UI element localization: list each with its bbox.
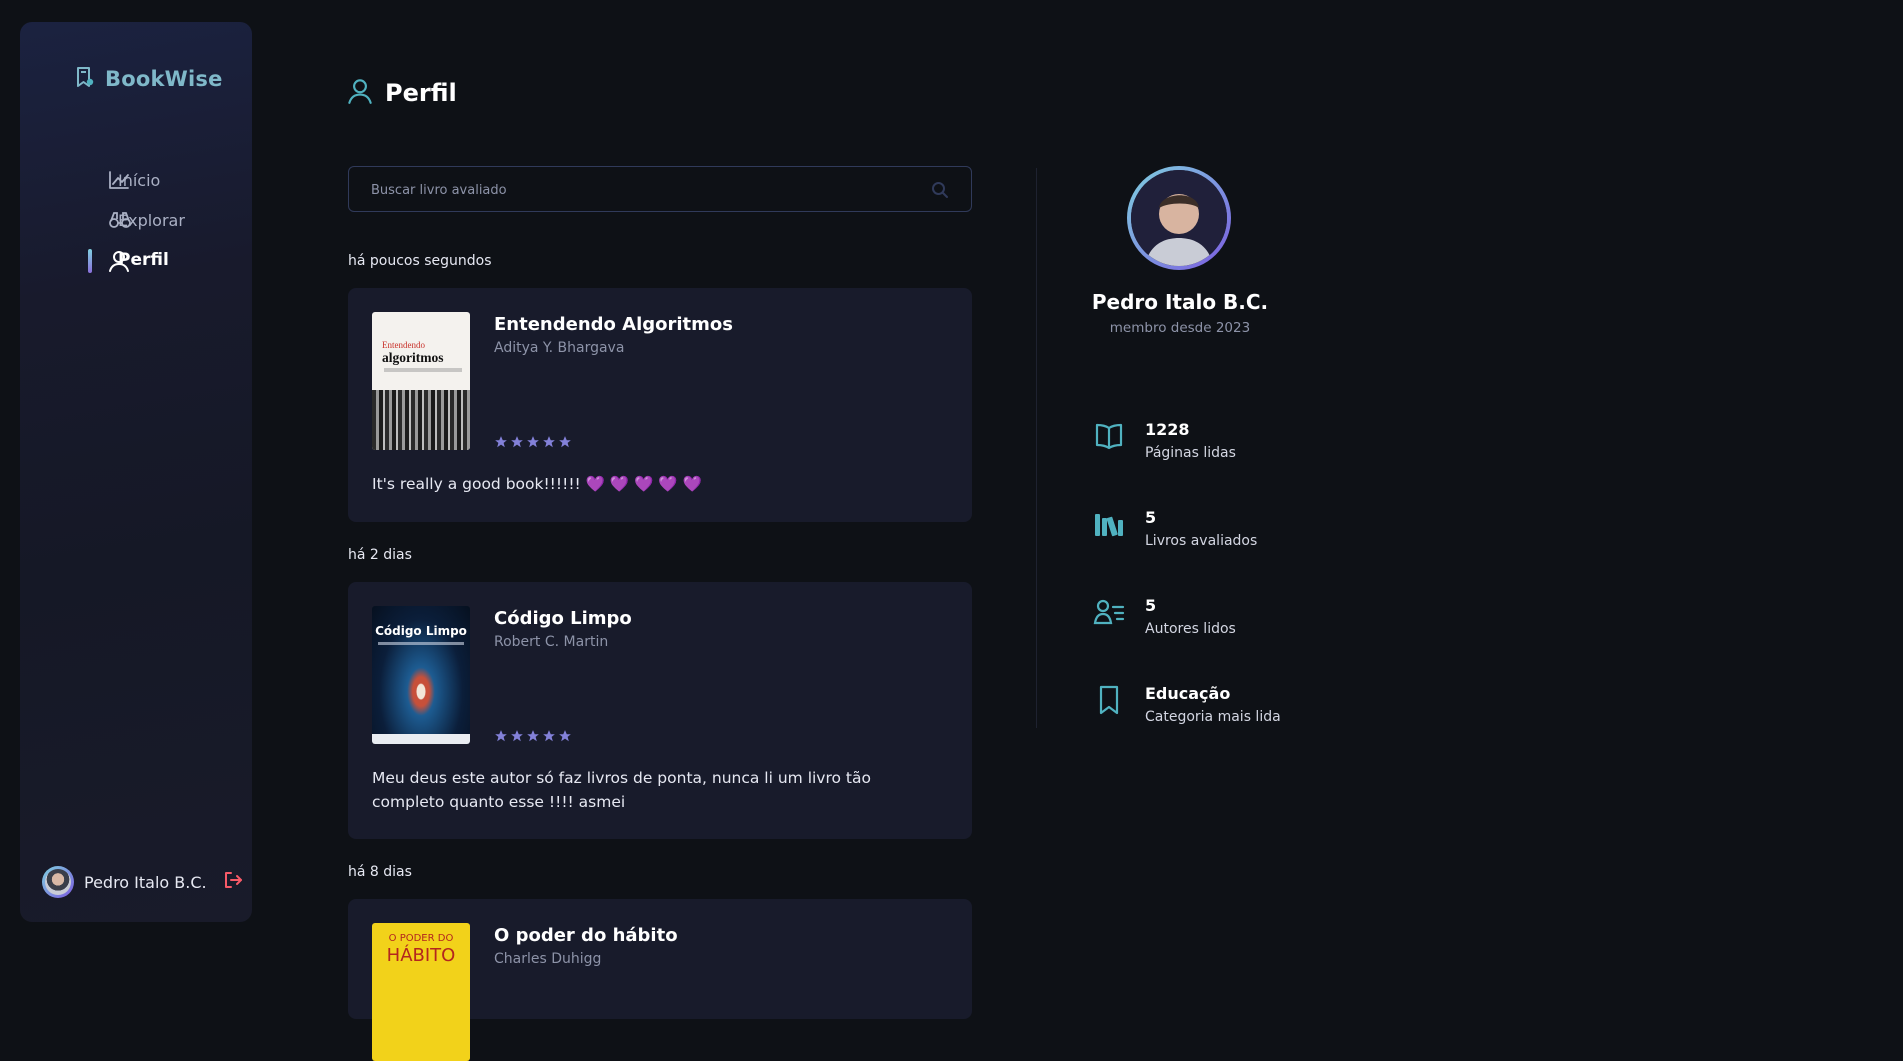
- main-nav: Início Explorar Perfil: [58, 160, 185, 280]
- stat-value: 1228: [1145, 420, 1190, 439]
- book-cover: O PODER DO HÁBITO: [372, 923, 470, 1061]
- stat-books-rated: 5 Livros avaliados: [1093, 508, 1257, 549]
- book-author: Robert C. Martin: [494, 634, 609, 650]
- logout-icon[interactable]: [223, 870, 243, 894]
- rating-stars: [494, 728, 572, 747]
- stat-label: Páginas lidas: [1145, 445, 1236, 461]
- app-logo[interactable]: BookWise: [75, 66, 223, 92]
- page-title-text: Perfil: [385, 79, 457, 107]
- search-input[interactable]: [369, 167, 913, 213]
- nav-item-perfil[interactable]: Perfil: [58, 240, 185, 280]
- app-name: BookWise: [105, 67, 223, 91]
- book-cover: Entendendo algoritmos: [372, 312, 470, 450]
- star-icon: [526, 434, 540, 453]
- book-title[interactable]: O poder do hábito: [494, 925, 678, 946]
- open-book-icon: [1093, 420, 1125, 456]
- rating-stars: [494, 434, 572, 453]
- review-date: há 2 dias: [348, 547, 412, 563]
- profile-name: Pedro Italo B.C.: [1091, 290, 1269, 314]
- user-icon: [108, 250, 130, 277]
- user-list-icon: [1093, 596, 1125, 632]
- review-card[interactable]: Entendendo algoritmos Entendendo Algorit…: [348, 288, 972, 522]
- book-author: Charles Duhigg: [494, 951, 602, 967]
- sidebar: BookWise Início Explorar Perfil Pedro It…: [20, 22, 252, 922]
- stat-value: 5: [1145, 596, 1157, 615]
- review-date: há poucos segundos: [348, 253, 492, 269]
- stat-pages-read: 1228 Páginas lidas: [1093, 420, 1236, 461]
- star-icon: [494, 728, 508, 747]
- star-icon: [558, 728, 572, 747]
- star-icon: [542, 434, 556, 453]
- avatar[interactable]: [42, 866, 74, 898]
- star-icon: [510, 728, 524, 747]
- nav-item-explorar[interactable]: Explorar: [58, 200, 185, 240]
- search-box: [348, 166, 972, 213]
- review-text: It's really a good book!!!!!! 💜 💜 💜 💜 💜: [372, 475, 702, 493]
- review-card[interactable]: Código Limpo Código Limpo Robert C. Mart…: [348, 582, 972, 839]
- stat-label: Livros avaliados: [1145, 533, 1258, 549]
- book-title[interactable]: Entendendo Algoritmos: [494, 314, 733, 335]
- stat-authors-read: 5 Autores lidos: [1093, 596, 1236, 637]
- star-icon: [542, 728, 556, 747]
- profile-avatar: [1127, 166, 1231, 270]
- star-icon: [494, 434, 508, 453]
- binoculars-icon: [108, 210, 132, 234]
- book-cover: Código Limpo: [372, 606, 470, 744]
- star-icon: [526, 728, 540, 747]
- search-icon[interactable]: [931, 181, 949, 203]
- stat-value: 5: [1145, 508, 1157, 527]
- stat-label: Autores lidos: [1145, 621, 1236, 637]
- stat-top-category: Educação Categoria mais lida: [1093, 684, 1281, 725]
- bookmark-icon: [1093, 684, 1125, 720]
- nav-item-inicio[interactable]: Início: [58, 160, 185, 200]
- book-title[interactable]: Código Limpo: [494, 608, 632, 629]
- divider: [1036, 168, 1037, 728]
- bookwise-logo-icon: [75, 66, 95, 92]
- member-since: membro desde 2023: [1109, 320, 1251, 336]
- stat-value: Educação: [1145, 684, 1231, 703]
- chart-line-icon: [108, 170, 130, 194]
- library-icon: [1093, 508, 1125, 544]
- stat-label: Categoria mais lida: [1145, 709, 1281, 725]
- review-card[interactable]: O PODER DO HÁBITO O poder do hábito Char…: [348, 899, 972, 1061]
- user-icon: [347, 78, 373, 108]
- page-title: Perfil: [347, 78, 457, 108]
- user-name: Pedro Italo B.C.: [84, 872, 207, 892]
- sidebar-user: Pedro Italo B.C.: [42, 866, 243, 898]
- review-date: há 8 dias: [348, 864, 412, 880]
- book-author: Aditya Y. Bhargava: [494, 340, 625, 356]
- star-icon: [558, 434, 572, 453]
- review-text: Meu deus este autor só faz livros de pon…: [372, 769, 871, 811]
- star-icon: [510, 434, 524, 453]
